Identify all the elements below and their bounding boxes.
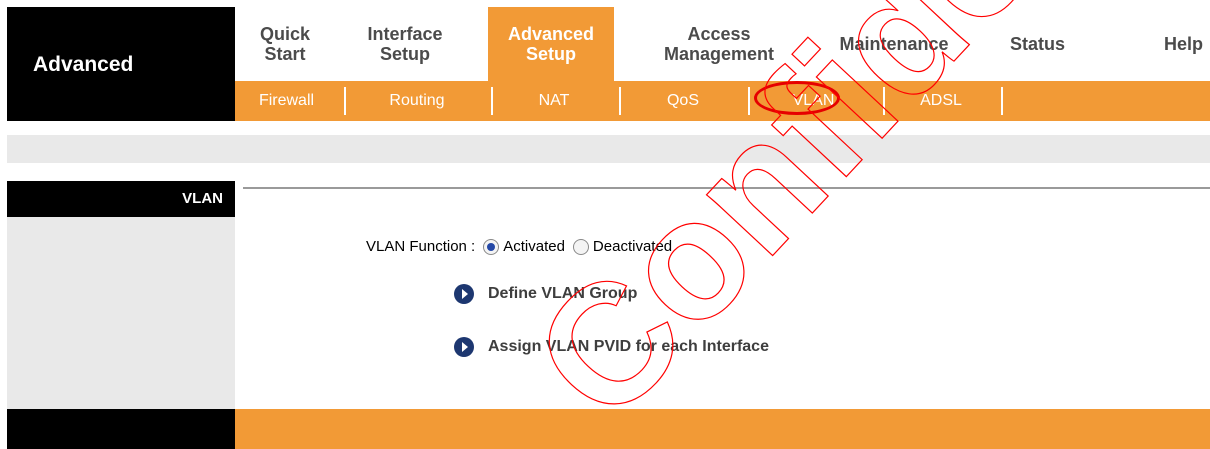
define-vlan-group-label[interactable]: Define VLAN Group (488, 285, 637, 303)
tab-label: Setup (379, 44, 430, 64)
tab-label: Help (1164, 34, 1204, 54)
vlan-content: VLAN Function : Activated Deactivated De… (235, 217, 1210, 409)
assign-vlan-pvid-link[interactable]: Assign VLAN PVID for each Interface (454, 337, 769, 357)
tab-label: Interface (367, 24, 443, 44)
radio-deactivated[interactable] (572, 238, 589, 255)
radio-deactivated-label[interactable]: Deactivated (593, 238, 672, 255)
tab-status[interactable]: Status (990, 7, 1085, 81)
subnav-divider (1001, 87, 1003, 115)
arrow-right-icon (454, 337, 474, 357)
tab-label: Maintenance (839, 34, 949, 54)
subtab-qos[interactable]: QoS (621, 81, 745, 121)
vlan-highlight-circle (754, 81, 840, 115)
footer-black (7, 409, 235, 449)
subtab-nat[interactable]: NAT (493, 81, 615, 121)
subtab-routing[interactable]: Routing (346, 81, 488, 121)
vlan-function-label: VLAN Function : (366, 238, 476, 255)
subtab-firewall[interactable]: Firewall (235, 81, 338, 121)
tab-label: Quick (259, 24, 311, 44)
tab-quick-start[interactable]: Quick Start (235, 7, 335, 81)
router-admin-page: Advanced Quick Start Interface Setup Advan… (7, 7, 1210, 449)
tab-interface-setup[interactable]: Interface Setup (342, 7, 468, 81)
define-vlan-group-link[interactable]: Define VLAN Group (454, 284, 637, 304)
spacer (7, 121, 1210, 135)
tab-advanced-setup[interactable]: Advanced Setup (488, 7, 614, 81)
tab-label: Status (1009, 34, 1065, 54)
radio-activated[interactable] (483, 238, 500, 255)
tab-access-management[interactable]: Access Management (630, 7, 808, 81)
radio-activated-label[interactable]: Activated (503, 238, 565, 255)
tab-label: Setup (525, 44, 576, 64)
assign-vlan-pvid-label[interactable]: Assign VLAN PVID for each Interface (488, 338, 769, 356)
left-sidebar-panel (7, 217, 235, 409)
footer-orange (235, 409, 1210, 449)
section-header: VLAN (7, 181, 235, 217)
tab-maintenance[interactable]: Maintenance (815, 7, 973, 81)
spacer (7, 163, 1210, 181)
sub-navigation: Firewall Routing NAT QoS VLAN ADSL (235, 81, 1210, 121)
vlan-function-row: VLAN Function : Activated Deactivated (366, 238, 672, 255)
tab-label: Access (687, 24, 751, 44)
section-title: VLAN (182, 190, 223, 207)
header-band (7, 135, 1210, 163)
tab-label: Advanced (507, 24, 595, 44)
section-divider (243, 187, 1210, 189)
tab-help[interactable]: Help (1164, 7, 1210, 81)
brand-panel: Advanced (7, 7, 235, 121)
subtab-adsl[interactable]: ADSL (885, 81, 997, 121)
top-navigation: Quick Start Interface Setup Advanced Setup … (235, 7, 1210, 81)
arrow-right-icon (454, 284, 474, 304)
brand-title: Advanced (33, 53, 134, 76)
tab-label: Management (663, 44, 775, 64)
tab-label: Start (264, 44, 306, 64)
